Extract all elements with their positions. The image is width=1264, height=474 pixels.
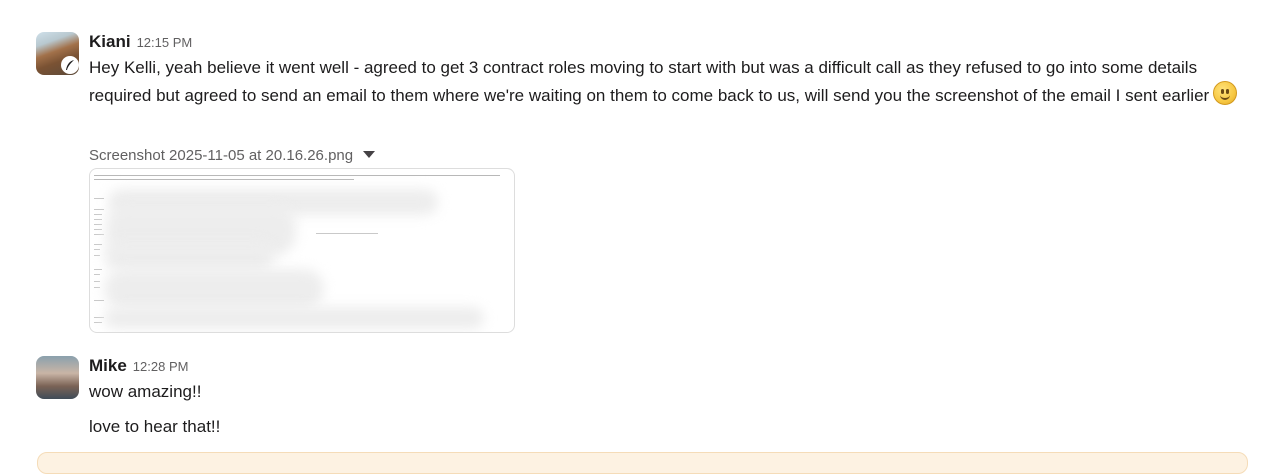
attachment-filename: Screenshot 2025-11-05 at 20.16.26.png bbox=[89, 147, 354, 164]
message-text-followup: love to hear that!! bbox=[89, 417, 221, 436]
timestamp[interactable]: 12:28 PM bbox=[133, 359, 189, 374]
avatar[interactable] bbox=[36, 356, 79, 399]
message-text: Hey Kelli, yeah believe it went well - a… bbox=[89, 55, 1254, 109]
timestamp[interactable]: 12:15 PM bbox=[137, 35, 193, 50]
message-header: Kiani 12:15 PM bbox=[89, 32, 192, 52]
sender-name[interactable]: Kiani bbox=[89, 32, 131, 51]
notice-banner bbox=[37, 452, 1248, 474]
message-mike: Mike 12:28 PM wow amazing!! love to hear … bbox=[36, 356, 1256, 446]
quill-icon bbox=[61, 56, 79, 74]
caret-down-icon[interactable] bbox=[363, 151, 376, 158]
attachment-label[interactable]: Screenshot 2025-11-05 at 20.16.26.png bbox=[89, 147, 376, 164]
attachment-preview[interactable] bbox=[89, 168, 515, 333]
sender-name[interactable]: Mike bbox=[89, 356, 127, 375]
message-text: wow amazing!! bbox=[89, 382, 202, 401]
message-body: Hey Kelli, yeah believe it went well - a… bbox=[89, 58, 1210, 105]
message-kiani: Kiani 12:15 PM Hey Kelli, yeah believe it… bbox=[36, 32, 1256, 342]
slightly-smiling-face-icon bbox=[1213, 81, 1238, 105]
message-header: Mike 12:28 PM bbox=[89, 356, 188, 376]
